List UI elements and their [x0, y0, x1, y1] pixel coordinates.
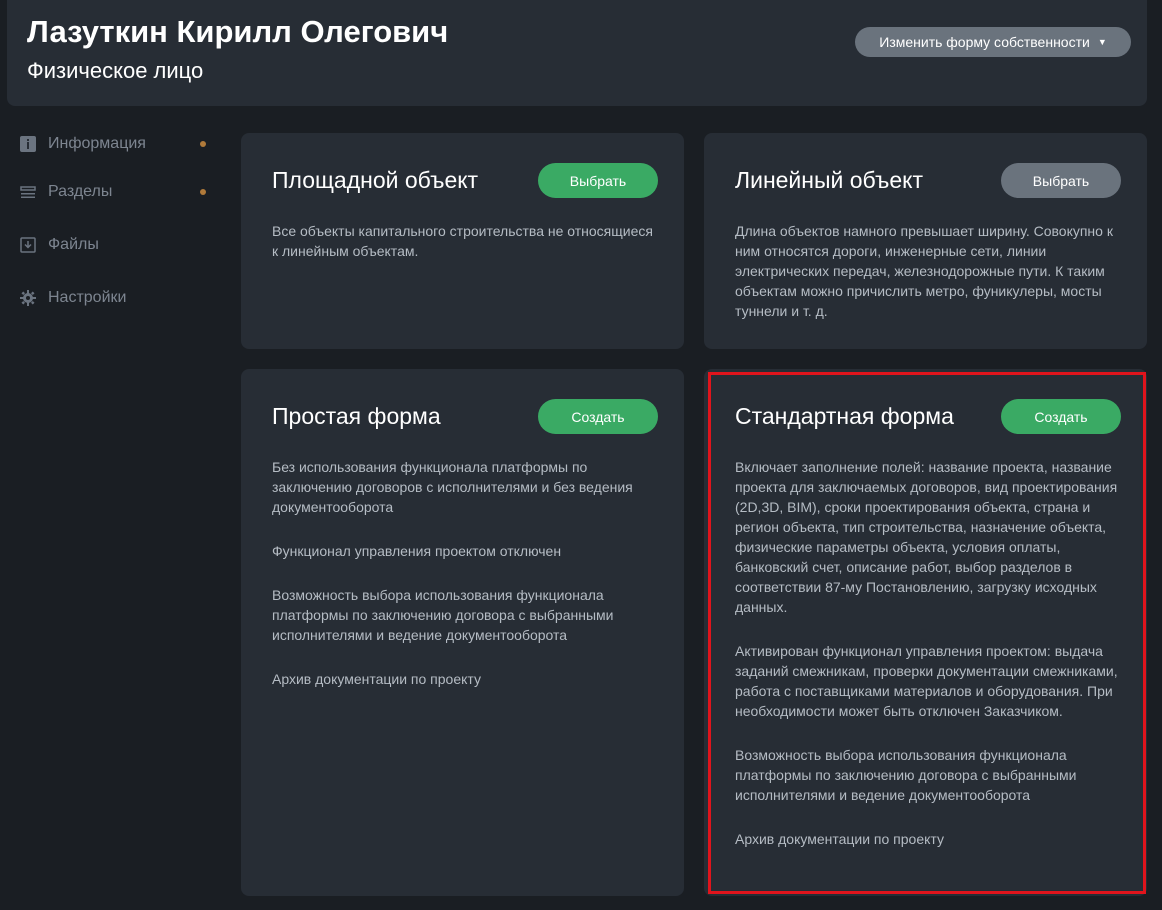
gear-icon: [20, 290, 36, 306]
caret-down-icon: ▼: [1097, 37, 1107, 47]
select-linear-object-button[interactable]: Выбрать: [1001, 163, 1121, 198]
card-paragraph: Длина объектов намного превышает ширину.…: [735, 223, 1113, 319]
card-paragraph: Функционал управления проектом отключен: [272, 543, 562, 559]
profile-type: Физическое лицо: [27, 58, 204, 83]
card-paragraph: Включает заполнение полей: название прое…: [735, 459, 1118, 615]
card-title: Стандартная форма: [735, 403, 954, 429]
card-paragraph: Активирован функционал управления проект…: [735, 643, 1118, 719]
sidebar-item-files[interactable]: Файлы: [20, 230, 210, 260]
card-paragraph: Все объекты капитального строительства н…: [272, 223, 653, 259]
card-description: Все объекты капитального строительства н…: [272, 221, 658, 285]
sidebar-item-label: Разделы: [48, 183, 113, 200]
card-paragraph: Архив документации по проекту: [272, 671, 481, 687]
card-area-object: Площадной объект Выбрать Все объекты кап…: [241, 133, 684, 349]
create-standard-form-button[interactable]: Создать: [1001, 399, 1121, 434]
change-ownership-button[interactable]: Изменить форму собственности ▼: [855, 27, 1131, 57]
sidebar-item-settings[interactable]: Настройки: [20, 283, 210, 313]
info-icon: [20, 136, 36, 152]
profile-name: Лазуткин Кирилл Олегович: [27, 14, 449, 49]
card-paragraph: Без использования функционала платформы …: [272, 459, 633, 515]
card-paragraph: Архив документации по проекту: [735, 831, 944, 847]
card-simple-form: Простая форма Создать Без использования …: [241, 369, 684, 896]
sidebar-item-label: Настройки: [48, 289, 127, 306]
card-linear-object: Линейный объект Выбрать Длина объектов н…: [704, 133, 1147, 349]
create-simple-form-button[interactable]: Создать: [538, 399, 658, 434]
card-title: Площадной объект: [272, 167, 479, 193]
select-area-object-button[interactable]: Выбрать: [538, 163, 658, 198]
card-paragraph: Возможность выбора использования функцио…: [272, 587, 614, 643]
notification-dot: [200, 141, 206, 147]
sections-icon: [20, 184, 36, 200]
card-standard-form: Стандартная форма Создать Включает запол…: [704, 369, 1147, 896]
card-title: Простая форма: [272, 403, 441, 429]
change-ownership-label: Изменить форму собственности: [879, 34, 1090, 50]
card-description: Включает заполнение полей: название прое…: [735, 457, 1121, 873]
card-description: Без использования функционала платформы …: [272, 457, 658, 713]
card-paragraph: Возможность выбора использования функцио…: [735, 747, 1077, 803]
profile-header: Лазуткин Кирилл Олегович Физическое лицо…: [7, 0, 1147, 106]
sidebar-item-sections[interactable]: Разделы: [20, 177, 210, 207]
card-title: Линейный объект: [735, 167, 923, 193]
sidebar-item-label: Файлы: [48, 236, 99, 253]
sidebar-item-info[interactable]: Информация: [20, 129, 210, 159]
notification-dot: [200, 189, 206, 195]
download-icon: [20, 237, 36, 253]
sidebar-item-label: Информация: [48, 135, 146, 152]
card-description: Длина объектов намного превышает ширину.…: [735, 221, 1121, 345]
